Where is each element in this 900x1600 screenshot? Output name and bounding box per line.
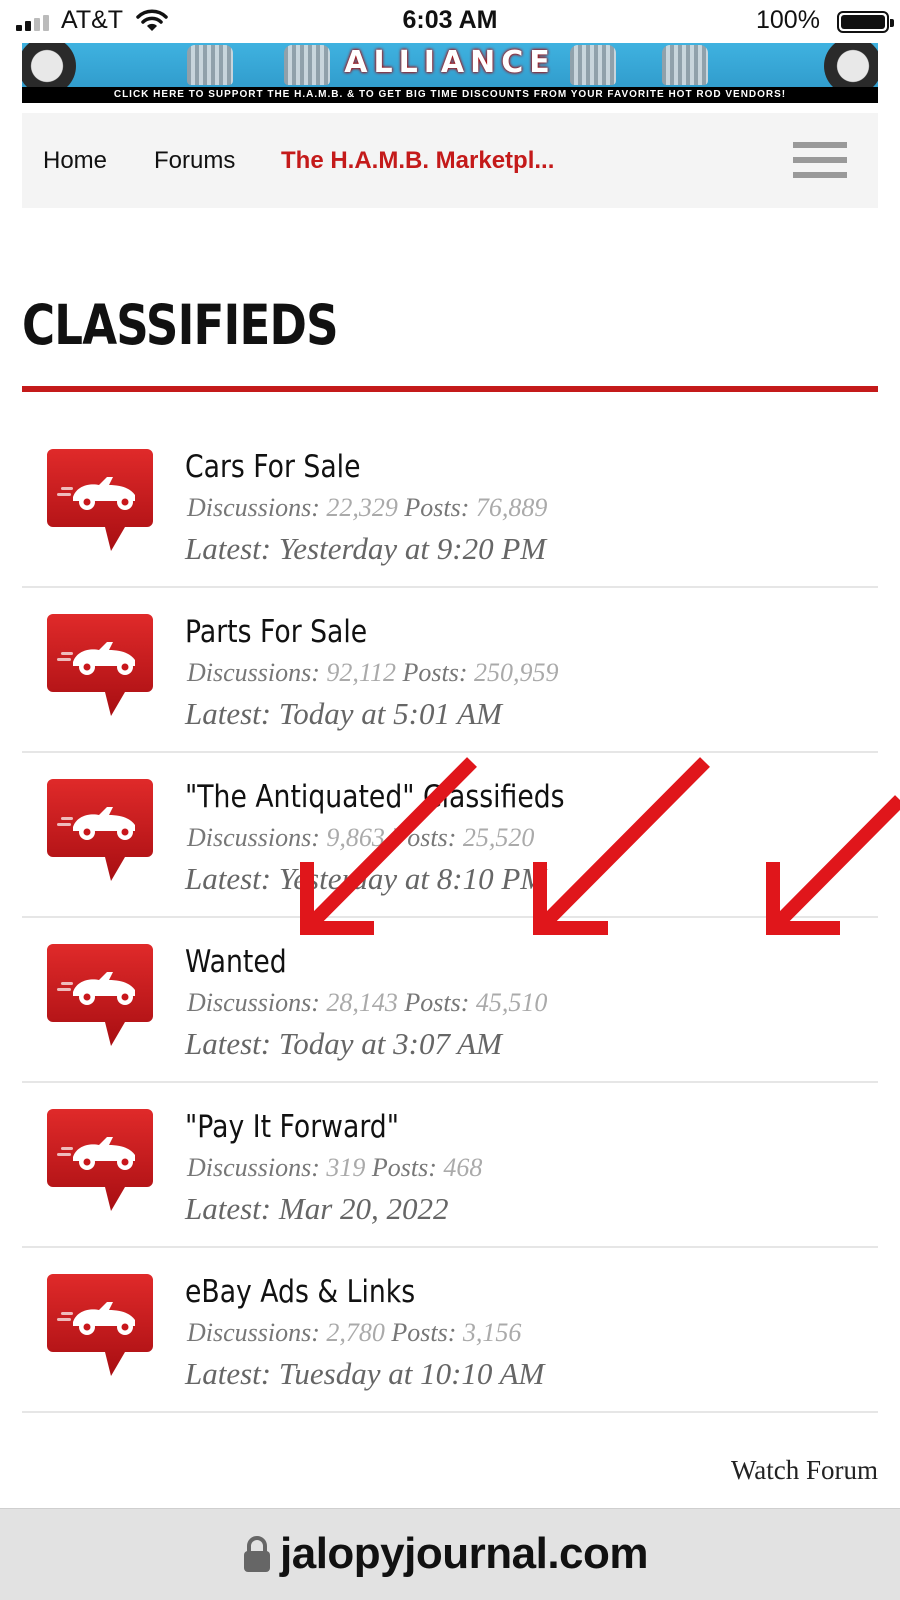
- nav-forums-link[interactable]: Forums: [154, 147, 235, 175]
- forum-stats: Discussions: 22,329 Posts: 76,889: [187, 493, 548, 522]
- forum-car-icon: [47, 777, 153, 883]
- forum-latest[interactable]: Latest: Yesterday at 9:20 PM: [185, 531, 546, 567]
- forum-title[interactable]: "Pay It Forward": [185, 1109, 399, 1145]
- forum-stats: Discussions: 28,143 Posts: 45,510: [187, 988, 548, 1017]
- forum-item[interactable]: "The Antiquated" Classifieds Discussions…: [22, 753, 878, 918]
- battery-icon: [837, 11, 894, 33]
- forum-car-icon: [47, 447, 153, 553]
- forum-item[interactable]: Parts For Sale Discussions: 92,112 Posts…: [22, 588, 878, 753]
- page-title: CLASSIFIEDS: [22, 293, 339, 357]
- lock-icon: [244, 1536, 270, 1572]
- battery-percentage: 100%: [756, 6, 820, 34]
- forum-item[interactable]: Cars For Sale Discussions: 22,329 Posts:…: [22, 423, 878, 588]
- forum-item[interactable]: eBay Ads & Links Discussions: 2,780 Post…: [22, 1248, 878, 1413]
- forum-stats: Discussions: 9,863 Posts: 25,520: [187, 823, 535, 852]
- url-text[interactable]: jalopyjournal.com: [280, 1529, 649, 1579]
- browser-address-bar[interactable]: jalopyjournal.com: [0, 1508, 900, 1600]
- forum-latest[interactable]: Latest: Today at 5:01 AM: [185, 696, 502, 732]
- forum-title[interactable]: "The Antiquated" Classifieds: [185, 779, 565, 815]
- menu-icon[interactable]: [793, 140, 847, 182]
- nav-home-link[interactable]: Home: [43, 147, 107, 175]
- alliance-banner[interactable]: ALLIANCE CLICK HERE TO SUPPORT THE H.A.M…: [22, 43, 878, 103]
- title-divider: [22, 386, 878, 392]
- forum-title[interactable]: eBay Ads & Links: [185, 1274, 415, 1310]
- forum-title[interactable]: Wanted: [185, 944, 287, 980]
- forum-item[interactable]: Wanted Discussions: 28,143 Posts: 45,510…: [22, 918, 878, 1083]
- forum-title[interactable]: Cars For Sale: [185, 449, 360, 485]
- forum-latest[interactable]: Latest: Mar 20, 2022: [185, 1191, 449, 1227]
- banner-tagline: CLICK HERE TO SUPPORT THE H.A.M.B. & TO …: [22, 87, 878, 103]
- forum-item[interactable]: "Pay It Forward" Discussions: 319 Posts:…: [22, 1083, 878, 1248]
- forum-latest[interactable]: Latest: Tuesday at 10:10 AM: [185, 1356, 544, 1392]
- forum-stats: Discussions: 2,780 Posts: 3,156: [187, 1318, 522, 1347]
- forum-list: Cars For Sale Discussions: 22,329 Posts:…: [22, 423, 878, 1413]
- forum-car-icon: [47, 612, 153, 718]
- forum-latest[interactable]: Latest: Today at 3:07 AM: [185, 1026, 502, 1062]
- forum-stats: Discussions: 319 Posts: 468: [187, 1153, 483, 1182]
- status-bar: AT&T 6:03 AM 100%: [0, 0, 900, 44]
- nav-marketplace-link[interactable]: The H.A.M.B. Marketpl...: [281, 147, 554, 175]
- forum-car-icon: [47, 1272, 153, 1378]
- forum-title[interactable]: Parts For Sale: [185, 614, 367, 650]
- forum-stats: Discussions: 92,112 Posts: 250,959: [187, 658, 559, 687]
- site-nav: Home Forums The H.A.M.B. Marketpl...: [22, 113, 878, 208]
- forum-latest[interactable]: Latest: Yesterday at 8:10 PM: [185, 861, 546, 897]
- watch-forum-link[interactable]: Watch Forum: [731, 1455, 878, 1486]
- forum-car-icon: [47, 942, 153, 1048]
- forum-car-icon: [47, 1107, 153, 1213]
- banner-title: ALLIANCE: [344, 45, 556, 80]
